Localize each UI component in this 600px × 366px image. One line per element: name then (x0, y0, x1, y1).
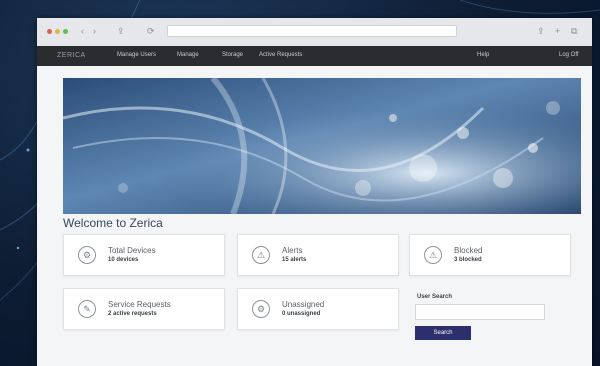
close-window-button[interactable] (47, 29, 52, 34)
card-title: Service Requests (108, 300, 171, 309)
hero-water-image (63, 78, 581, 214)
card-subtitle: 0 unassigned (282, 311, 321, 317)
card-title: Blocked (454, 246, 483, 255)
app-header: ZERICA Manage Users Manage Storage Activ… (37, 46, 592, 66)
card-subtitle: 2 active requests (108, 311, 157, 317)
user-search-label: User Search (417, 294, 453, 300)
address-bar[interactable] (167, 25, 457, 37)
logout-link[interactable]: Log Off (559, 52, 579, 58)
card-title: Total Devices (108, 246, 156, 255)
card-unassigned[interactable]: ⚙ Unassigned 0 unassigned (237, 288, 399, 330)
new-tab-icon[interactable]: + (555, 26, 560, 36)
devices-icon: ⚙ (78, 246, 96, 264)
blocked-icon: ⚠ (424, 246, 442, 264)
back-icon[interactable]: ‹ (81, 26, 84, 36)
unassigned-icon: ⚙ (252, 300, 270, 318)
card-subtitle: 10 devices (108, 257, 139, 263)
menu-storage[interactable]: Storage (222, 52, 243, 58)
maximize-window-button[interactable] (63, 29, 68, 34)
page-title: Welcome to Zerica (63, 216, 163, 230)
wrench-icon: ✎ (78, 300, 96, 318)
alert-icon: ⚠ (252, 246, 270, 264)
card-total-devices[interactable]: ⚙ Total Devices 10 devices (63, 234, 225, 276)
menu-active-requests[interactable]: Active Requests (259, 52, 302, 58)
minimize-window-button[interactable] (55, 29, 60, 34)
browser-toolbar: ‹ › ⇪ ⟳ ⇪ + ⧉ (37, 18, 592, 47)
menu-manage[interactable]: Manage (177, 52, 199, 58)
card-subtitle: 15 alerts (282, 257, 307, 263)
card-alerts[interactable]: ⚠ Alerts 15 alerts (237, 234, 399, 276)
forward-icon[interactable]: › (93, 26, 96, 36)
menu-manage-users[interactable]: Manage Users (117, 52, 156, 58)
tabs-overview-icon[interactable]: ⧉ (571, 26, 577, 36)
share-icon[interactable]: ⇪ (117, 26, 125, 36)
browser-window: ‹ › ⇪ ⟳ ⇪ + ⧉ ZERICA Manage Users Manage… (37, 18, 592, 366)
card-title: Alerts (282, 246, 303, 255)
card-title: Unassigned (282, 300, 325, 309)
card-subtitle: 3 blocked (454, 257, 482, 263)
card-blocked[interactable]: ⚠ Blocked 3 blocked (409, 234, 571, 276)
help-link[interactable]: Help (477, 52, 489, 58)
reload-icon[interactable]: ⟳ (147, 26, 155, 36)
user-search-input[interactable] (415, 304, 545, 320)
card-service-requests[interactable]: ✎ Service Requests 2 active requests (63, 288, 225, 330)
brand-logo[interactable]: ZERICA (57, 52, 86, 59)
share-page-icon[interactable]: ⇪ (537, 26, 545, 36)
search-button[interactable]: Search (415, 326, 471, 340)
